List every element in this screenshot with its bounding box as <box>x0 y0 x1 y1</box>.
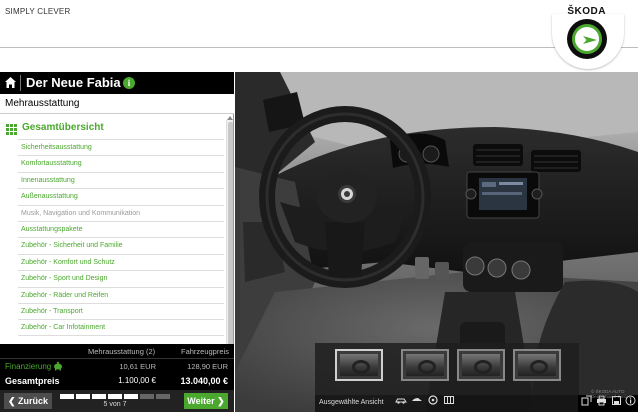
scrollbar-thumb[interactable] <box>228 122 233 352</box>
seat-interior-icon[interactable] <box>443 395 455 405</box>
section-heading: Mehrausstattung <box>0 94 234 114</box>
nav-item-category[interactable]: Zubehör - Räder und Reifen <box>18 286 224 303</box>
step-segment <box>76 394 90 399</box>
step-counter: 5 von 7 <box>103 401 127 408</box>
title-divider <box>20 75 21 91</box>
panel-title-bar: Der Neue Fabia i <box>0 72 234 94</box>
financing-vehicle-value: 128,90 EUR <box>187 362 228 371</box>
nav-item-overview[interactable]: Gesamtübersicht <box>4 120 224 138</box>
copyright-watermark: © ŠKODA AUTO Deutschland GmbH <box>591 389 631 399</box>
info-icon[interactable]: i <box>123 77 135 89</box>
step-segment <box>156 394 170 399</box>
car-side-icon[interactable] <box>411 395 423 405</box>
top-header: SIMPLY CLEVER ŠKODA <box>0 0 638 48</box>
financing-label[interactable]: Finanzierung <box>5 362 51 371</box>
back-button[interactable]: ❮ Zurück <box>4 393 52 409</box>
vehicle-3d-view[interactable]: Ausgewählte Ansicht © ŠKODA AUTO Deutsch… <box>235 72 638 412</box>
nav-item-category[interactable]: Außenausstattung <box>18 188 224 204</box>
view-thumbnail[interactable] <box>335 349 383 381</box>
financing-extras-value: 10,61 EUR <box>119 362 156 371</box>
extras-column-header: Mehrausstattung (2) <box>88 347 156 356</box>
logo-emblem-icon <box>567 19 607 59</box>
nav-item-category[interactable]: Zubehör - Car Infotainment <box>18 319 224 336</box>
step-navigation: ❮ Zurück 5 von 7 Weiter ❯ <box>0 390 234 412</box>
nav-item-category[interactable]: Zubehör - Komfort und Schutz <box>18 253 224 270</box>
view-toolbar: Ausgewählte Ansicht <box>315 395 638 412</box>
nav-item-category[interactable]: Zubehör - Transport <box>18 302 224 319</box>
view-thumbnail[interactable] <box>401 349 449 381</box>
total-price-label: Gesamtpreis <box>5 376 60 386</box>
total-vehicle-value: 13.040,00 € <box>180 376 228 386</box>
slogan-text: SIMPLY CLEVER <box>5 7 71 16</box>
step-segment <box>140 394 154 399</box>
nav-item-category[interactable]: Ausstattungspakete <box>18 220 224 237</box>
model-title: Der Neue Fabia <box>26 75 121 90</box>
step-segment <box>60 394 74 399</box>
home-icon[interactable] <box>4 76 17 89</box>
view-thumbnails <box>315 343 579 395</box>
step-segment <box>92 394 106 399</box>
total-extras-value: 1.100,00 € <box>118 376 156 385</box>
view-thumbnail[interactable] <box>513 349 561 381</box>
step-progress-bar <box>60 394 170 399</box>
nav-item-category[interactable]: Zubehör - Sicherheit und Familie <box>18 237 224 253</box>
winged-arrow-icon <box>583 36 597 44</box>
nav-item-category: Musik, Navigation und Kommunikation <box>18 204 224 221</box>
selected-view-label: Ausgewählte Ansicht <box>319 399 384 406</box>
piggy-bank-icon[interactable] <box>53 361 63 371</box>
equipment-category-list: Gesamtübersicht Sicherheitsausstattung Ko… <box>0 114 226 372</box>
scrollbar[interactable] <box>226 120 233 372</box>
step-segment <box>124 394 138 399</box>
nav-item-category[interactable]: Innenausstattung <box>18 171 224 188</box>
skoda-logo[interactable] <box>552 14 624 69</box>
grid-icon <box>6 124 17 135</box>
next-button[interactable]: Weiter ❯ <box>184 393 228 409</box>
nav-item-category[interactable]: Zubehör - Sport und Design <box>18 270 224 286</box>
view-thumbnail[interactable] <box>457 349 505 381</box>
nav-item-category[interactable]: Sicherheitsausstattung <box>18 139 224 155</box>
nav-item-category[interactable]: Komfortausstattung <box>18 155 224 171</box>
step-segment <box>108 394 122 399</box>
steering-wheel-icon[interactable] <box>427 395 439 405</box>
section-title: Mehrausstattung <box>5 98 80 109</box>
car-exterior-icon[interactable] <box>395 395 407 405</box>
vehicle-price-column-header: Fahrzeugpreis <box>181 347 229 356</box>
category-items: Sicherheitsausstattung Komfortausstattung… <box>18 139 224 336</box>
overview-label: Gesamtübersicht <box>22 122 104 133</box>
configurator-panel: Der Neue Fabia i Mehrausstattung Gesamtü… <box>0 72 234 412</box>
